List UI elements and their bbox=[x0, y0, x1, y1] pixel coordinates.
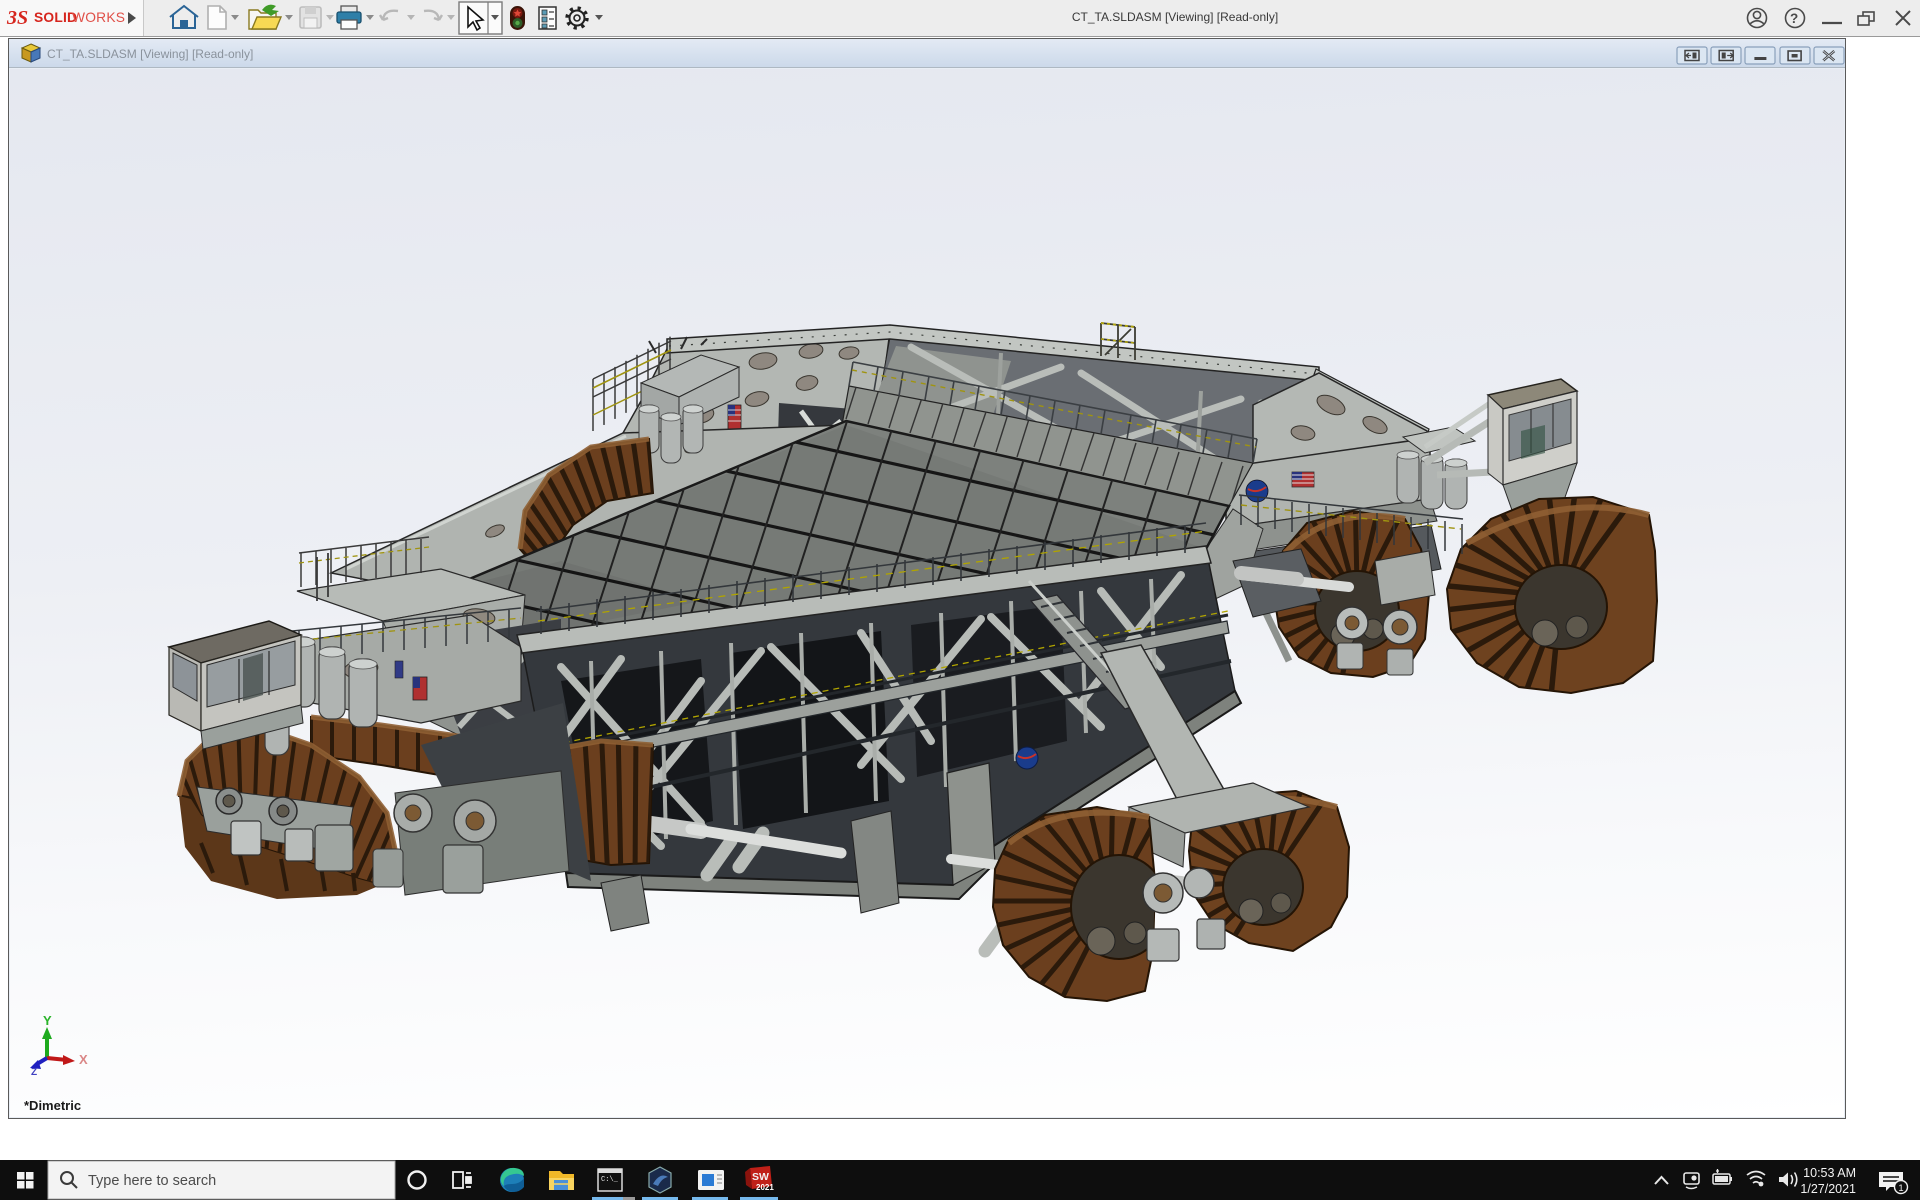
svg-text:SOLID: SOLID bbox=[34, 10, 77, 25]
svg-text:Type here to search: Type here to search bbox=[88, 1173, 216, 1189]
svg-text:C:\_: C:\_ bbox=[601, 1176, 619, 1184]
svg-text:WORKS: WORKS bbox=[72, 10, 125, 25]
svg-text:Z: Z bbox=[31, 1067, 37, 1078]
svg-text:1/27/2021: 1/27/2021 bbox=[1800, 1182, 1856, 1196]
svg-text:X: X bbox=[79, 1052, 88, 1067]
svg-text:3S: 3S bbox=[6, 7, 28, 29]
svg-text:10:53 AM: 10:53 AM bbox=[1803, 1166, 1856, 1180]
svg-text:SW: SW bbox=[752, 1171, 769, 1183]
svg-text:?: ? bbox=[1790, 11, 1798, 26]
svg-text:2021: 2021 bbox=[756, 1183, 774, 1192]
svg-text:Y: Y bbox=[43, 1013, 52, 1028]
svg-text:1: 1 bbox=[1898, 1183, 1903, 1194]
